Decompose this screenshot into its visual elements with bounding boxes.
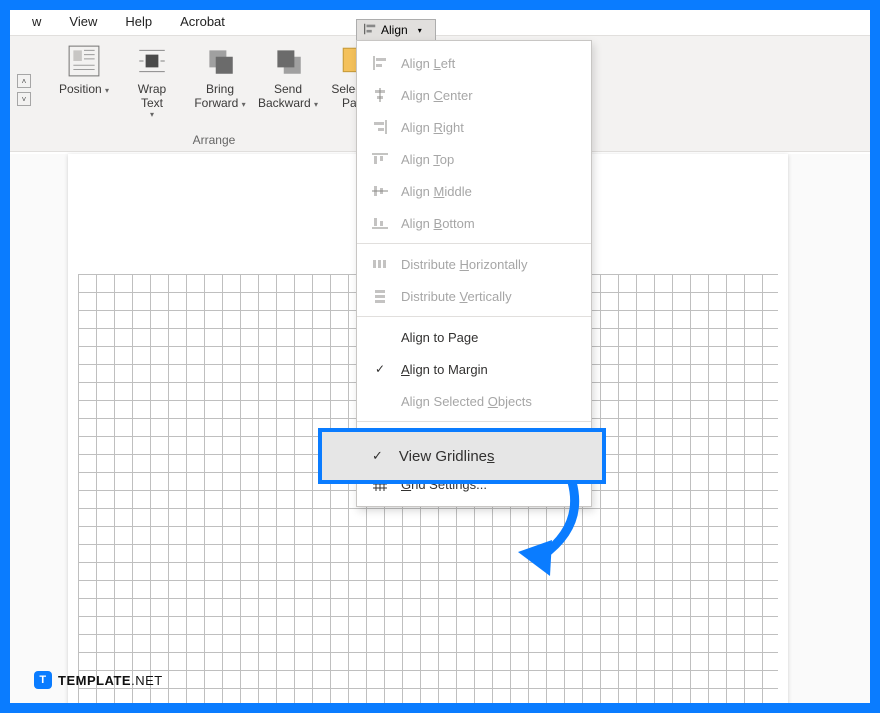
- align-button-label: Align: [381, 23, 408, 37]
- bring-forward-icon: [203, 44, 237, 78]
- menu-item-align-top: Align Top: [357, 143, 591, 175]
- menu-item-label: Align Bottom: [401, 216, 475, 231]
- menu-item-align-selected-objects: Align Selected Objects: [357, 385, 591, 417]
- menu-view[interactable]: View: [69, 14, 97, 29]
- view-gridlines-highlight[interactable]: ✓ View Gridlines: [318, 428, 606, 484]
- menu-item-label: Align Center: [401, 88, 473, 103]
- menu-separator: [357, 243, 591, 244]
- check-icon: ✓: [372, 448, 383, 464]
- qat-down-icon[interactable]: ˅: [17, 92, 31, 106]
- wrap-text-icon: [135, 44, 169, 78]
- bring-forward-label: BringForward ▾: [194, 82, 245, 112]
- menu-item-align-center: Align Center: [357, 79, 591, 111]
- wrap-text-label: WrapText: [138, 82, 166, 110]
- menu-separator: [357, 421, 591, 422]
- menubar: w View Help Acrobat: [10, 10, 870, 35]
- align-bottom-icon: [371, 215, 389, 231]
- wrap-text-button[interactable]: WrapText ▾: [118, 42, 186, 119]
- menu-item-label: Align Right: [401, 120, 464, 135]
- arrange-group: Position ▾ WrapText ▾ BringForward ▾: [38, 36, 390, 151]
- menu-item-label: Distribute Vertically: [401, 289, 512, 304]
- align-left-icon: [371, 55, 389, 71]
- app-frame: w View Help Acrobat ˄ ˅ Position ▾ WrapT…: [10, 10, 870, 703]
- send-backward-label: SendBackward ▾: [258, 82, 318, 112]
- blank-icon: [371, 329, 389, 345]
- annotation-arrow-icon: [502, 476, 592, 586]
- menu-item-label: Align Top: [401, 152, 454, 167]
- menu-item-align-middle: Align Middle: [357, 175, 591, 207]
- send-backward-button[interactable]: SendBackward ▾: [254, 42, 322, 112]
- qat-up-icon[interactable]: ˄: [17, 74, 31, 88]
- menu-acrobat[interactable]: Acrobat: [180, 14, 225, 29]
- bring-forward-button[interactable]: BringForward ▾: [186, 42, 254, 112]
- menu-item-align-left: Align Left: [357, 47, 591, 79]
- position-icon: [67, 44, 101, 78]
- align-right-icon: [371, 119, 389, 135]
- align-icon: [363, 22, 377, 39]
- menu-item-align-bottom: Align Bottom: [357, 207, 591, 239]
- menu-item-label: Align to Page: [401, 330, 478, 345]
- position-label: Position ▾: [59, 82, 109, 98]
- blank-icon: [371, 393, 389, 409]
- menu-item-label: Distribute Horizontally: [401, 257, 527, 272]
- watermark-logo-icon: T: [34, 671, 52, 689]
- menu-item-distribute-vertically: Distribute Vertically: [357, 280, 591, 312]
- menu-item-label: Align to Margin: [401, 362, 488, 377]
- menu-help[interactable]: Help: [125, 14, 152, 29]
- menu-item-label: Align Left: [401, 56, 455, 71]
- dist-v-icon: [371, 288, 389, 304]
- menu-w[interactable]: w: [32, 14, 41, 29]
- check-icon: ✓: [371, 361, 389, 377]
- align-middle-icon: [371, 183, 389, 199]
- dist-h-icon: [371, 256, 389, 272]
- qat: ˄ ˅: [10, 36, 38, 151]
- menu-item-align-to-margin[interactable]: ✓ Align to Margin: [357, 353, 591, 385]
- view-gridlines-label: View Gridlines: [399, 448, 495, 465]
- watermark: T TEMPLATE.NET: [34, 671, 163, 689]
- align-button[interactable]: Align ▾: [356, 19, 436, 41]
- position-button[interactable]: Position ▾: [50, 42, 118, 98]
- chevron-down-icon: ▾: [418, 26, 422, 35]
- arrange-group-label: Arrange: [38, 133, 390, 147]
- menu-item-label: Align Selected Objects: [401, 394, 532, 409]
- menu-item-align-right: Align Right: [357, 111, 591, 143]
- menu-separator: [357, 316, 591, 317]
- menu-item-label: Align Middle: [401, 184, 472, 199]
- align-center-icon: [371, 87, 389, 103]
- menu-item-align-to-page[interactable]: Align to Page: [357, 321, 591, 353]
- menu-item-distribute-horizontally: Distribute Horizontally: [357, 248, 591, 280]
- align-top-icon: [371, 151, 389, 167]
- send-backward-icon: [271, 44, 305, 78]
